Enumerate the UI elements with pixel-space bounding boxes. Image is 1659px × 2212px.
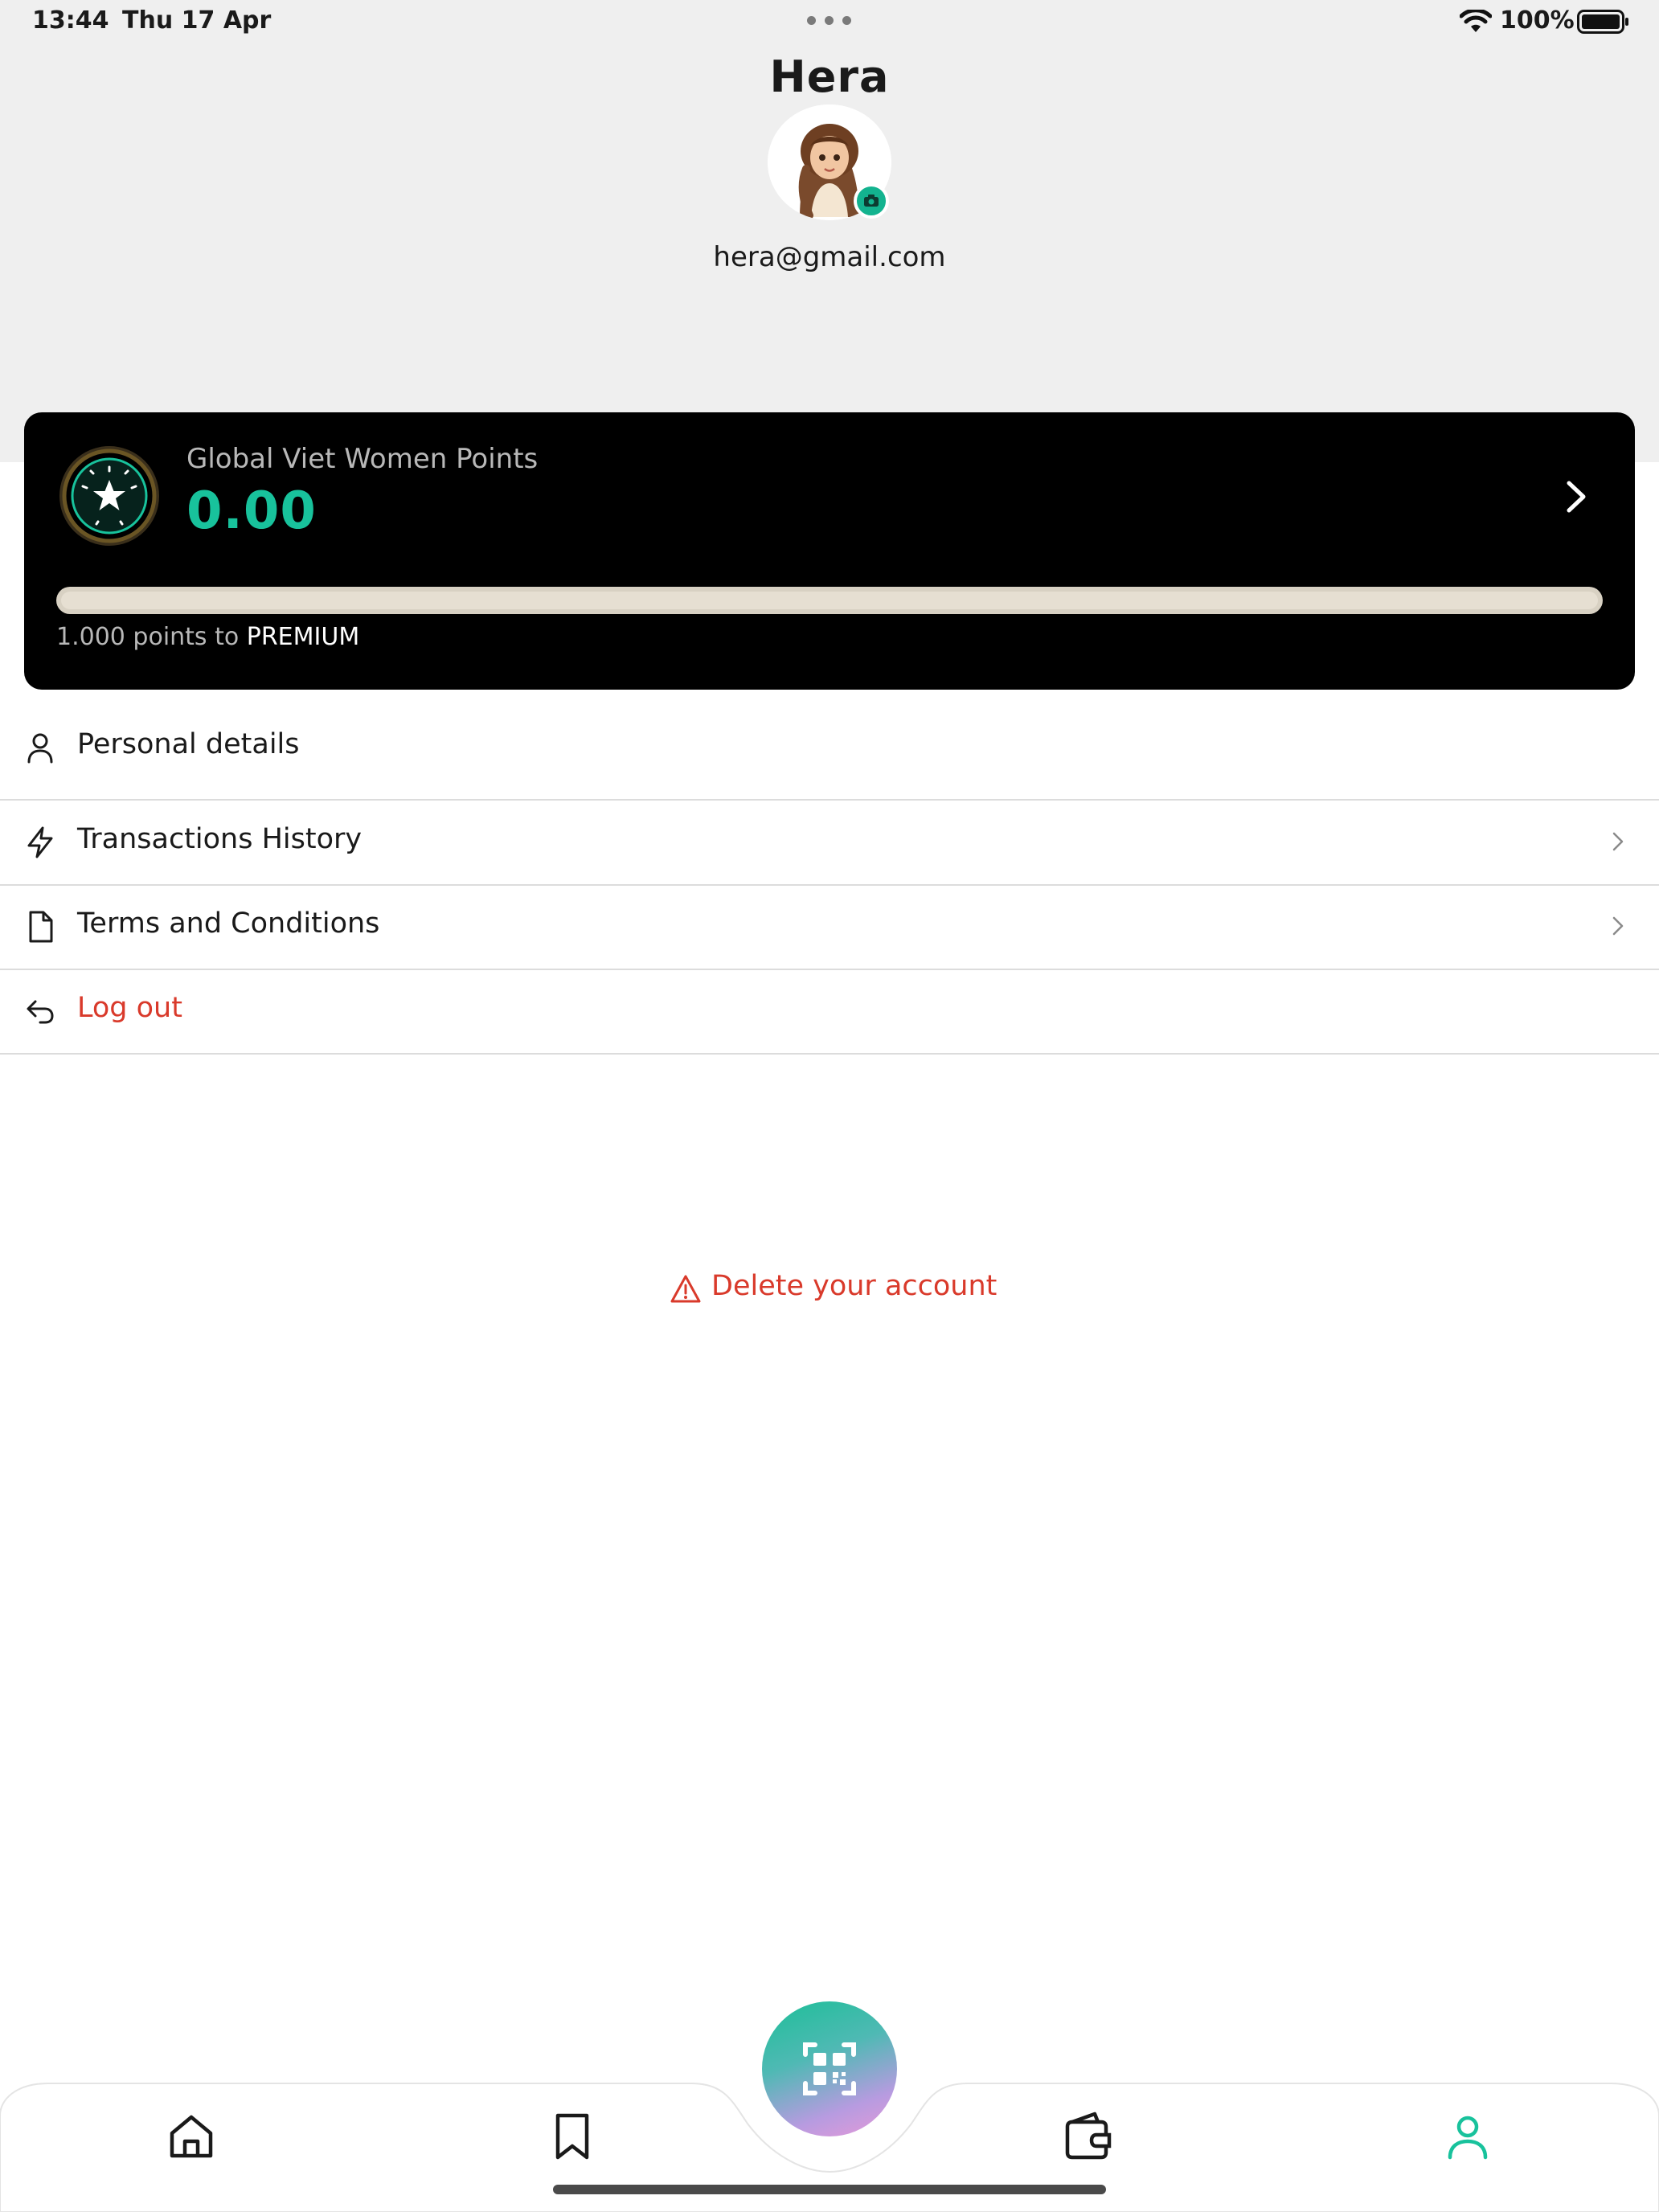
menu-label: Terms and Conditions: [77, 907, 380, 940]
warning-triangle-icon: [670, 1275, 701, 1303]
menu-log-out[interactable]: Log out: [0, 969, 1659, 1055]
status-bar: 13:44 Thu 17 Apr 100%: [0, 0, 1659, 45]
menu-label: Personal details: [77, 728, 300, 760]
points-card[interactable]: Global Viet Women Points 0.00 1.000 poin…: [24, 412, 1635, 690]
battery-percentage: 100%: [1500, 6, 1575, 35]
profile-name: Hera: [769, 51, 890, 102]
points-value: 0.00: [186, 481, 317, 541]
points-to-tier-note: 1.000 points to PREMIUM: [56, 623, 359, 651]
delete-account-label: Delete your account: [711, 1270, 997, 1302]
multitask-dots-icon[interactable]: [807, 16, 852, 26]
profile-icon[interactable]: [1442, 2111, 1493, 2162]
menu-transactions-history[interactable]: Transactions History: [0, 801, 1659, 886]
menu-personal-details[interactable]: Personal details: [0, 706, 1659, 789]
tier-name: PREMIUM: [246, 623, 360, 651]
menu-terms-and-conditions[interactable]: Terms and Conditions: [0, 885, 1659, 970]
chevron-right-icon: [1612, 832, 1624, 851]
status-date: Thu 17 Apr: [122, 6, 272, 35]
profile-email: hera@gmail.com: [713, 241, 946, 273]
qr-scan-icon: [803, 2042, 856, 2095]
status-time: 13:44: [32, 6, 109, 35]
logout-arrow-icon: [27, 1000, 54, 1024]
home-indicator: [553, 2185, 1106, 2194]
chevron-right-icon: [1612, 916, 1624, 936]
lightning-icon: [27, 826, 53, 858]
home-icon[interactable]: [166, 2111, 217, 2162]
document-icon: [29, 911, 53, 943]
points-progress-bar: [56, 587, 1603, 614]
menu-label: Transactions History: [77, 823, 363, 855]
menu-label: Log out: [77, 992, 182, 1024]
points-label: Global Viet Women Points: [186, 443, 539, 475]
points-star-icon: [59, 446, 159, 546]
wallet-icon[interactable]: [1061, 2111, 1112, 2162]
points-note-text: 1.000 points to: [56, 623, 247, 651]
bookmark-icon[interactable]: [547, 2111, 598, 2162]
wifi-icon: [1460, 10, 1492, 32]
chevron-right-icon[interactable]: [1558, 477, 1593, 517]
camera-icon[interactable]: [854, 183, 889, 219]
person-icon: [27, 733, 53, 764]
qr-scan-button[interactable]: [762, 2001, 897, 2136]
battery-icon: [1577, 10, 1628, 34]
